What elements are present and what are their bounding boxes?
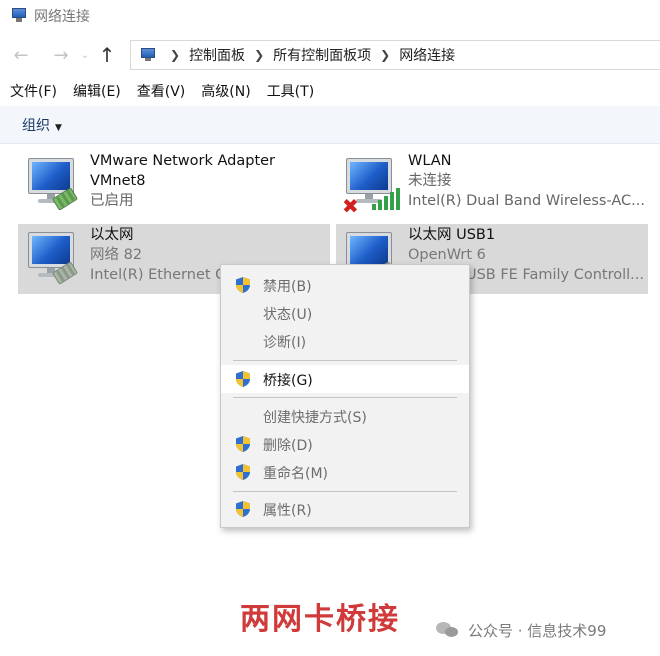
organize-button[interactable]: 组织 ▼ (22, 115, 62, 135)
menu-separator (233, 360, 457, 361)
adapter-network: 未连接 (408, 173, 452, 189)
wechat-icon (436, 620, 460, 640)
adapter-name: VMware Network Adapter (90, 153, 276, 169)
context-menu: 禁用(B) 状态(U) 诊断(I) 桥接(G) 创建快捷方式(S) 删除(D) … (220, 264, 470, 528)
adapter-network: OpenWrt 6 (408, 247, 486, 263)
address-row: ← → ⌄ ↑ ❯ 控制面板 ❯ 所有控制面板项 ❯ 网络连接 (0, 38, 660, 72)
adapter-status: 已启用 (90, 193, 134, 209)
adapter-name: 以太网 USB1 (408, 227, 496, 243)
adapter-status: Intel(R) Dual Band Wireless-AC... (408, 193, 646, 209)
control-panel-icon (139, 47, 157, 63)
address-bar[interactable]: ❯ 控制面板 ❯ 所有控制面板项 ❯ 网络连接 (130, 40, 660, 70)
menu-diagnose[interactable]: 诊断(I) (221, 327, 469, 355)
uac-shield-icon (236, 371, 250, 387)
dropdown-caret-icon: ▼ (55, 122, 62, 133)
menu-properties[interactable]: 属性(R) (221, 495, 469, 523)
disconnected-x-icon: ✖ (342, 194, 359, 218)
menu-view[interactable]: 查看(V) (137, 81, 186, 101)
wifi-signal-icon (372, 188, 400, 210)
breadcrumb-all-items[interactable]: 所有控制面板项 (273, 45, 371, 65)
command-bar: 组织 ▼ (0, 106, 660, 144)
breadcrumb-control-panel[interactable]: 控制面板 (189, 45, 245, 65)
menu-label: 删除(D) (263, 438, 313, 454)
recent-locations-chevron-icon[interactable]: ⌄ (76, 40, 94, 70)
breadcrumb-network-connections[interactable]: 网络连接 (399, 45, 455, 65)
title-bar: 网络连接 (0, 0, 660, 32)
ethernet-monitor-icon (24, 230, 80, 286)
menu-tools[interactable]: 工具(T) (267, 81, 314, 101)
ethernet-monitor-icon (24, 156, 80, 212)
menu-rename[interactable]: 重命名(M) (221, 458, 469, 486)
watermark: 公众号 · 信息技术99 (436, 618, 606, 642)
window-title: 网络连接 (34, 9, 90, 25)
menu-disable[interactable]: 禁用(B) (221, 271, 469, 299)
organize-label: 组织 (22, 117, 50, 134)
breadcrumb-separator-icon[interactable]: ❯ (254, 48, 264, 62)
uac-shield-icon (236, 501, 250, 517)
menu-label: 禁用(B) (263, 279, 312, 295)
menu-edit[interactable]: 编辑(E) (73, 81, 121, 101)
breadcrumb-separator-icon[interactable]: ❯ (170, 48, 180, 62)
adapter-status: Intel(R) Ethernet C (90, 267, 226, 283)
adapter-name: 以太网 (90, 227, 134, 243)
adapter-network: 网络 82 (90, 247, 143, 263)
up-arrow-icon[interactable]: ↑ (94, 40, 120, 70)
menu-label: 桥接(G) (263, 373, 313, 389)
uac-shield-icon (236, 464, 250, 480)
menu-advanced[interactable]: 高级(N) (201, 81, 250, 101)
wifi-monitor-icon: ✖ (342, 156, 400, 218)
menu-label: 创建快捷方式(S) (263, 410, 367, 426)
adapter-network: VMnet8 (90, 173, 146, 189)
menu-label: 属性(R) (263, 503, 312, 519)
adapter-wlan[interactable]: ✖ WLAN 未连接 Intel(R) Dual Band Wireless-A… (336, 150, 648, 220)
uac-shield-icon (236, 277, 250, 293)
forward-arrow-icon[interactable]: → (48, 40, 74, 70)
menu-separator (233, 397, 457, 398)
watermark-text: 公众号 · 信息技术99 (468, 621, 607, 640)
menu-delete[interactable]: 删除(D) (221, 430, 469, 458)
network-connections-icon (10, 8, 28, 24)
back-arrow-icon[interactable]: ← (8, 40, 34, 70)
breadcrumb-separator-icon[interactable]: ❯ (380, 48, 390, 62)
adapter-name: WLAN (408, 153, 452, 169)
menu-bar: 文件(F) 编辑(E) 查看(V) 高级(N) 工具(T) (0, 78, 660, 104)
menu-label: 状态(U) (263, 307, 313, 323)
menu-label: 诊断(I) (263, 335, 307, 351)
menu-label: 重命名(M) (263, 466, 329, 482)
menu-separator (233, 491, 457, 492)
uac-shield-icon (236, 436, 250, 452)
menu-bridge[interactable]: 桥接(G) (221, 365, 469, 393)
menu-status[interactable]: 状态(U) (221, 299, 469, 327)
overlay-caption: 两网卡桥接 (240, 602, 400, 637)
menu-file[interactable]: 文件(F) (10, 81, 57, 101)
adapter-vmware-vmnet8[interactable]: VMware Network Adapter VMnet8 已启用 (18, 150, 330, 220)
menu-create-shortcut[interactable]: 创建快捷方式(S) (221, 402, 469, 430)
